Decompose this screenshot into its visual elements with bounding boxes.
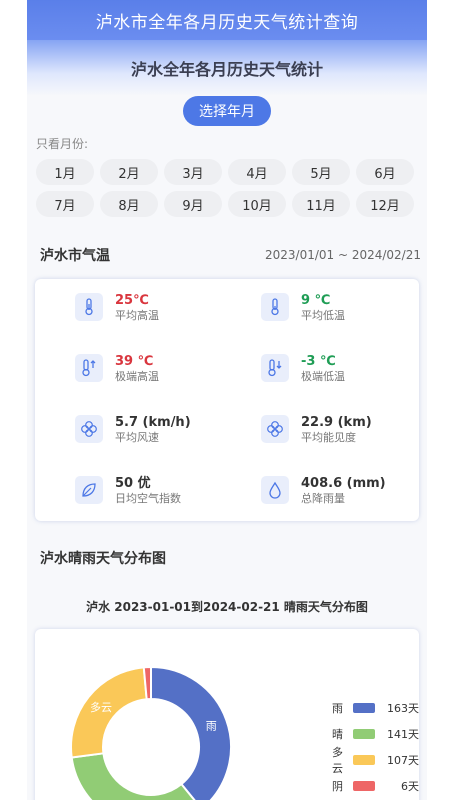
legend-item-overcast[interactable]: 阴 6天 <box>323 773 419 799</box>
temperature-stats-card: 25℃ 平均高温 9 ℃ 平均低温 39 ℃ 极端高温 -3 ℃ 极端低温 5.… <box>35 279 419 521</box>
month-chip-4[interactable]: 4月 <box>228 159 286 185</box>
fan-icon <box>261 415 289 443</box>
month-chip-1[interactable]: 1月 <box>36 159 94 185</box>
legend-value: 141天 <box>387 728 419 741</box>
stat-value: 5.7 (km/h) <box>115 415 191 430</box>
stat-total-rain: 408.6 (mm) 总降雨量 <box>261 476 386 506</box>
stat-label: 极端低温 <box>301 370 345 383</box>
fan-icon <box>75 415 103 443</box>
stat-avg-wind: 5.7 (km/h) 平均风速 <box>75 415 191 445</box>
thermometer-down-icon <box>261 354 289 382</box>
stat-label: 平均高温 <box>115 309 159 322</box>
month-chip-6[interactable]: 6月 <box>356 159 414 185</box>
months-filter-label: 只看月份: <box>36 137 89 151</box>
stat-value: -3 ℃ <box>301 354 336 369</box>
slice-label-cloudy: 多云 <box>90 700 112 714</box>
month-filter-grid: 1月 2月 3月 4月 5月 6月 7月 8月 9月 10月 11月 12月 <box>27 152 427 217</box>
thermometer-icon <box>261 293 289 321</box>
stat-value: 50 优 <box>115 476 151 491</box>
distribution-section-title: 泸水晴雨天气分布图 <box>40 551 166 567</box>
legend-swatch <box>353 755 375 765</box>
stat-avg-high: 25℃ 平均高温 <box>75 293 159 323</box>
month-chip-8[interactable]: 8月 <box>100 191 158 217</box>
stat-label: 平均能见度 <box>301 431 356 444</box>
stat-avg-visibility: 22.9 (km) 平均能见度 <box>261 415 372 445</box>
legend-swatch <box>353 703 375 713</box>
stat-extreme-low: -3 ℃ 极端低温 <box>261 354 345 384</box>
stat-value: 408.6 (mm) <box>301 476 386 491</box>
legend-value: 107天 <box>387 754 419 767</box>
chart-legend: 雨 163天 晴 141天 多云 107天 阴 6天 <box>323 695 419 799</box>
date-range: 2023/01/01 ~ 2024/02/21 <box>264 248 421 262</box>
month-chip-5[interactable]: 5月 <box>292 159 350 185</box>
stat-label: 平均低温 <box>301 309 345 322</box>
stat-extreme-high: 39 ℃ 极端高温 <box>75 354 159 384</box>
app-frame: 泸水市全年各月历史天气统计查询 泸水全年各月历史天气统计 选择年月 只看月份: … <box>27 0 427 800</box>
legend-name: 阴 <box>332 780 343 793</box>
legend-value: 163天 <box>387 702 419 715</box>
month-chip-2[interactable]: 2月 <box>100 159 158 185</box>
month-chip-7[interactable]: 7月 <box>36 191 94 217</box>
app-title: 泸水市全年各月历史天气统计查询 <box>95 12 359 33</box>
app-title-bar: 泸水市全年各月历史天气统计查询 <box>27 0 427 40</box>
legend-swatch <box>353 729 375 739</box>
month-chip-3[interactable]: 3月 <box>164 159 222 185</box>
month-chip-12[interactable]: 12月 <box>356 191 414 217</box>
month-chip-10[interactable]: 10月 <box>228 191 286 217</box>
thermometer-up-icon <box>75 354 103 382</box>
stat-value: 22.9 (km) <box>301 415 372 430</box>
slice-label-rain: 雨 <box>206 719 217 732</box>
legend-swatch <box>353 781 375 791</box>
temperature-section-title: 泸水市气温 <box>40 248 110 264</box>
legend-item-cloudy[interactable]: 多云 107天 <box>323 746 419 775</box>
legend-value: 6天 <box>401 780 419 793</box>
hero-banner: 泸水全年各月历史天气统计 <box>27 40 427 96</box>
hero-title: 泸水全年各月历史天气统计 <box>130 60 323 79</box>
drop-icon <box>261 476 289 504</box>
stat-air-index: 50 优 日均空气指数 <box>75 476 181 506</box>
stat-label: 日均空气指数 <box>115 492 181 505</box>
select-year-month-button[interactable]: 选择年月 <box>183 96 271 126</box>
pie-chart-card: 雨多云 雨 163天 晴 141天 多云 107天 阴 6天 <box>35 629 419 800</box>
stat-label: 平均风速 <box>115 431 159 444</box>
legend-item-rain[interactable]: 雨 163天 <box>323 695 419 721</box>
chart-title: 泸水 2023-01-01到2024-02-21 晴雨天气分布图 <box>86 600 368 614</box>
stat-label: 极端高温 <box>115 370 159 383</box>
legend-name: 多云 <box>332 746 343 775</box>
leaf-icon <box>75 476 103 504</box>
stat-value: 39 ℃ <box>115 354 154 369</box>
month-chip-11[interactable]: 11月 <box>292 191 350 217</box>
stat-label: 总降雨量 <box>301 492 345 505</box>
stat-avg-low: 9 ℃ 平均低温 <box>261 293 345 323</box>
legend-name: 雨 <box>332 702 343 715</box>
pie-slice-rain[interactable] <box>150 665 232 800</box>
thermometer-icon <box>75 293 103 321</box>
stat-value: 25℃ <box>115 293 149 308</box>
pie-slice-sunny[interactable] <box>70 752 202 800</box>
legend-name: 晴 <box>332 728 343 741</box>
month-chip-9[interactable]: 9月 <box>164 191 222 217</box>
temperature-section-header: 泸水市气温 2023/01/01 ~ 2024/02/21 <box>27 245 427 265</box>
stat-value: 9 ℃ <box>301 293 331 308</box>
